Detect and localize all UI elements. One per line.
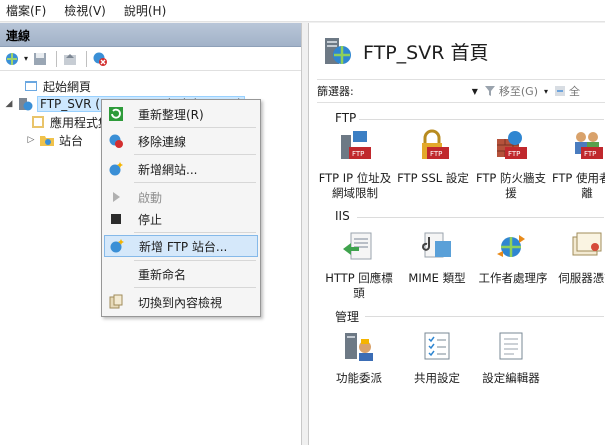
main-panel: FTP_SVR 首頁 篩選器: ▼ 移至(G) ▾ 全 FTP FTP FTP …	[308, 23, 605, 445]
disconnect-icon[interactable]	[91, 50, 109, 68]
go-button[interactable]: 移至(G)	[484, 83, 538, 99]
menu-item-stop[interactable]: 停止	[104, 208, 258, 230]
feature-http-headers[interactable]: HTTP 回應標頭	[321, 229, 397, 301]
start-icon	[108, 189, 124, 205]
menu-separator	[134, 260, 256, 261]
section-management-label: 管理	[335, 310, 360, 324]
dropdown-arrow-icon[interactable]: ▾	[24, 54, 28, 63]
filter-label: 篩選器:	[317, 85, 354, 98]
menu-file[interactable]: 檔案(F)	[6, 2, 46, 19]
feature-feature-delegation[interactable]: 功能委派	[321, 329, 397, 386]
ftp-ssl-icon: FTP	[422, 129, 449, 159]
app-pools-icon	[32, 116, 44, 128]
sites-folder-icon	[40, 136, 54, 146]
stop-icon	[108, 211, 124, 227]
connect-globe-icon[interactable]	[3, 50, 21, 68]
menu-item-rename[interactable]: 重新命名	[104, 263, 258, 285]
config-editor-icon	[499, 332, 523, 360]
svg-text:FTP: FTP	[508, 150, 520, 158]
menu-item-remove-connection[interactable]: 移除連線	[104, 130, 258, 152]
connections-toolbar: ▾	[0, 47, 301, 71]
connections-header: 連線	[0, 23, 301, 47]
ftp-user-isolation-icon: FTP	[575, 132, 603, 159]
show-all-icon	[555, 86, 565, 96]
chevron-down-icon[interactable]: ▼	[472, 87, 478, 96]
toolbar-divider	[56, 50, 58, 67]
menu-separator	[134, 127, 256, 128]
server-icon	[19, 98, 33, 111]
menu-help[interactable]: 說明(H)	[124, 2, 166, 19]
ftp-firewall-icon: FTP	[497, 131, 527, 159]
menu-item-content-view[interactable]: 切換到內容檢視	[104, 291, 258, 313]
ftp-ip-restrictions-icon: FTP	[341, 131, 371, 159]
menu-view[interactable]: 檢視(V)	[64, 2, 106, 19]
menu-bar: 檔案(F) 檢視(V) 說明(H)	[0, 0, 605, 22]
feature-ftp-ssl[interactable]: FTP FTP SSL 設定	[395, 129, 471, 186]
expand-icon[interactable]: ▷	[26, 135, 36, 145]
feature-config-editor[interactable]: 設定編輯器	[473, 329, 549, 386]
feature-worker-process[interactable]: 工作者處理序	[475, 229, 551, 286]
chevron-down-icon[interactable]: ▾	[544, 87, 548, 96]
menu-separator	[134, 287, 256, 288]
page-title: FTP_SVR 首頁	[363, 41, 489, 64]
http-headers-icon	[343, 232, 372, 260]
funnel-icon	[484, 86, 495, 96]
feature-delegation-icon	[345, 333, 373, 361]
save-icon[interactable]	[31, 50, 49, 68]
tree-item-sites[interactable]: ▷ 站台	[26, 131, 83, 149]
server-icon	[325, 38, 351, 64]
section-ftp-label: FTP	[335, 111, 357, 125]
menu-item-add-ftp-site[interactable]: 新增 FTP 站台...	[104, 235, 258, 257]
menu-separator	[134, 182, 256, 183]
content-view-icon	[108, 294, 124, 310]
mime-types-icon	[422, 232, 451, 258]
tree-item-start-page[interactable]: 起始網頁	[10, 77, 91, 95]
page-header: FTP_SVR 首頁	[321, 35, 488, 67]
menu-item-start[interactable]: 啟動	[104, 186, 258, 208]
svg-text:FTP: FTP	[352, 150, 364, 158]
section-divider	[359, 119, 604, 120]
menu-item-refresh[interactable]: 重新整理(R)	[104, 103, 258, 125]
collapse-icon[interactable]: ◢	[4, 99, 14, 109]
add-ftp-site-icon	[109, 238, 125, 254]
feature-server-certificates[interactable]: 伺服器憑證	[549, 229, 605, 286]
tree-label: 站台	[59, 133, 84, 148]
section-iis-label: IIS	[335, 209, 350, 223]
refresh-icon	[108, 106, 124, 122]
menu-separator	[134, 232, 256, 233]
server-certificates-icon	[572, 232, 602, 256]
show-all-button[interactable]: 全	[554, 83, 580, 99]
feature-shared-config[interactable]: 共用設定	[399, 329, 475, 386]
start-page-icon	[25, 81, 37, 91]
filter-input[interactable]	[357, 82, 468, 100]
feature-ftp-user-isolation[interactable]: FTP FTP 使用者隔離	[549, 129, 605, 201]
shared-config-icon	[424, 332, 450, 360]
section-divider	[365, 316, 604, 317]
svg-text:FTP: FTP	[584, 150, 596, 158]
svg-text:FTP: FTP	[430, 150, 442, 158]
tree-label: 起始網頁	[43, 79, 92, 94]
toolbar-divider	[86, 50, 88, 67]
filter-bar: 篩選器: ▼ 移至(G) ▾ 全	[317, 79, 605, 103]
up-level-icon[interactable]	[61, 50, 79, 68]
menu-separator	[134, 154, 256, 155]
feature-ftp-ip-restrictions[interactable]: FTP FTP IP 位址及網域限制	[317, 129, 393, 201]
section-divider	[357, 217, 604, 218]
context-menu: 重新整理(R) 移除連線 新增網站... 啟動 停止 新增 FTP 站台... …	[101, 99, 261, 317]
menu-item-add-website[interactable]: 新增網站...	[104, 158, 258, 180]
remove-connection-icon	[108, 133, 124, 149]
feature-mime-types[interactable]: MIME 類型	[399, 229, 475, 286]
feature-ftp-firewall[interactable]: FTP FTP 防火牆支援	[473, 129, 549, 201]
worker-process-icon	[497, 235, 525, 257]
add-website-icon	[108, 161, 124, 177]
connections-tree: 起始網頁 ◢ FTP_SVR (FTP_SVR\Administrator) 應…	[0, 71, 301, 148]
